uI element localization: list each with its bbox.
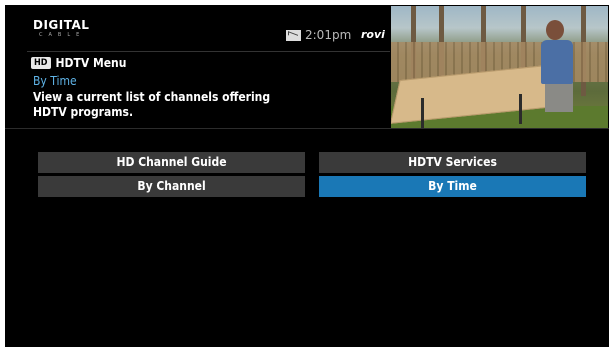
clock-time: 2:01pm <box>305 28 352 42</box>
rovi-logo: rovi <box>361 28 385 41</box>
selection-description: View a current list of channels offering… <box>33 90 271 119</box>
logo-sub-text: CABLE <box>39 32 86 38</box>
menu-title: HDTV Menu <box>55 56 127 70</box>
hd-channel-guide-button[interactable]: HD Channel Guide <box>38 152 305 173</box>
digital-cable-logo: DIGITAL CABLE <box>33 19 89 38</box>
mail-icon <box>286 30 301 41</box>
hdtv-services-button[interactable]: HDTV Services <box>319 152 586 173</box>
content-divider <box>5 128 609 129</box>
menu-title-row: HD HDTV Menu <box>31 55 126 71</box>
video-preview <box>391 6 608 128</box>
by-channel-button[interactable]: By Channel <box>38 176 305 197</box>
current-selection: By Time <box>33 74 77 88</box>
by-time-button[interactable]: By Time <box>319 176 586 197</box>
header-divider <box>27 51 390 52</box>
hd-badge: HD <box>31 57 51 69</box>
tv-screen: DIGITAL CABLE 2:01pm rovi HD HDTV Menu B… <box>5 5 609 347</box>
logo-main-text: DIGITAL <box>33 18 90 32</box>
